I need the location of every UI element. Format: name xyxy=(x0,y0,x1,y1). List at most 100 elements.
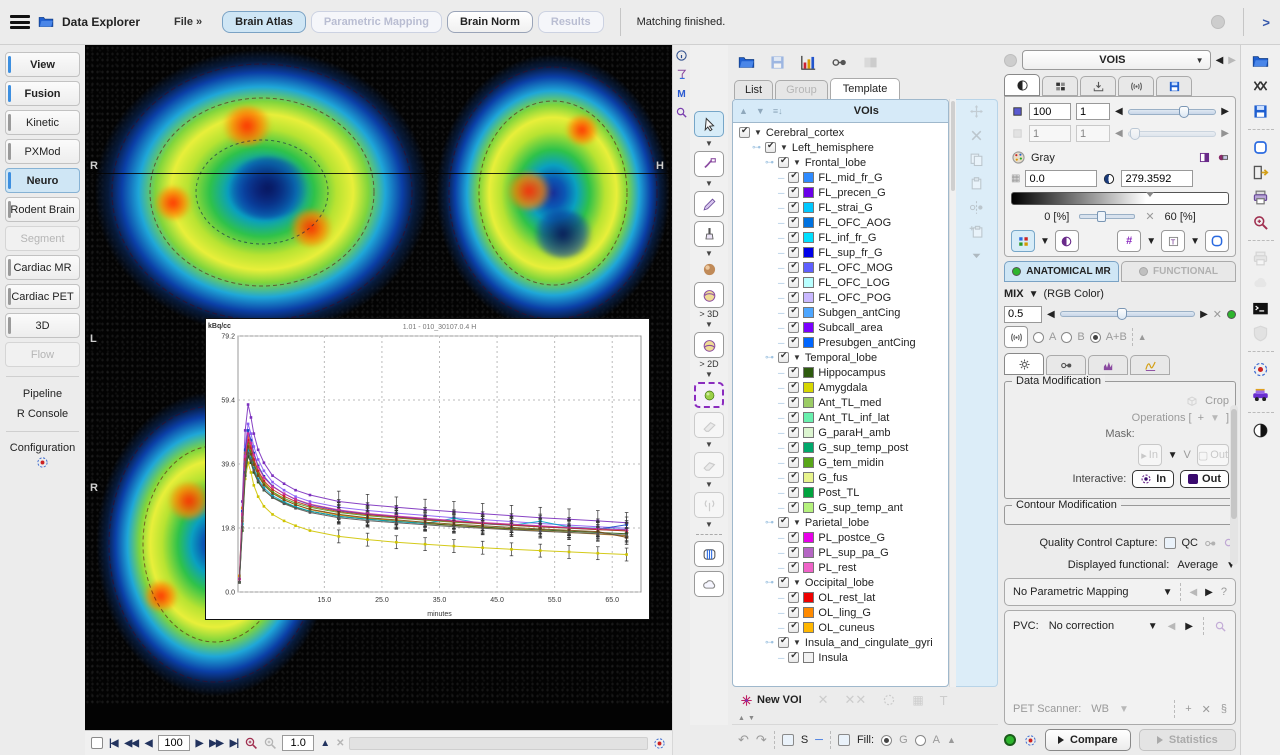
voi-checkbox[interactable] xyxy=(778,352,789,363)
frame-slider-track[interactable] xyxy=(349,737,648,750)
voi-checkbox[interactable] xyxy=(788,502,799,513)
mask-dropdown-icon[interactable]: ▼ xyxy=(1168,450,1178,461)
first-frame-button[interactable]: |◀ xyxy=(108,738,119,749)
tool-dropdown-icon[interactable]: ▼ xyxy=(705,140,713,148)
parametric-dropdown-icon[interactable]: ▼ xyxy=(1163,587,1173,598)
voi-row-fl-ofc-aog[interactable]: ─FL_OFC_AOG xyxy=(735,215,948,230)
tool-brush-button[interactable] xyxy=(694,221,724,247)
voi-tab-group[interactable]: Group xyxy=(775,80,828,99)
selector-prev-icon[interactable]: ◀ xyxy=(1216,55,1224,66)
voi-color-swatch[interactable] xyxy=(803,217,814,228)
blend-radio-a-b[interactable] xyxy=(1090,332,1101,343)
qc-checkbox[interactable] xyxy=(1164,537,1176,549)
mask-in-button[interactable]: ▸ In xyxy=(1138,444,1162,466)
voi-color-swatch[interactable] xyxy=(803,457,814,468)
voi-checkbox[interactable] xyxy=(788,562,799,573)
voi-tab-list[interactable]: List xyxy=(734,80,773,99)
voi-color-swatch[interactable] xyxy=(803,202,814,213)
tool-hand-wrench-button[interactable] xyxy=(694,151,724,177)
close-x-icon[interactable] xyxy=(969,128,984,143)
tool-eraser-3d-button[interactable] xyxy=(694,452,724,478)
redo-icon[interactable]: ↷ xyxy=(756,732,767,748)
operations-dropdown-icon[interactable]: ▼ xyxy=(1210,413,1220,424)
voi-row-insula[interactable]: ─Insula xyxy=(735,650,948,665)
fill-g-radio[interactable] xyxy=(881,735,892,746)
delete-voi-icon[interactable]: ✕ xyxy=(818,692,829,708)
operations-add-icon[interactable]: + xyxy=(1198,412,1204,424)
layer-b-slider[interactable] xyxy=(1128,131,1217,137)
parametric-next-icon[interactable]: ▶ xyxy=(1205,587,1213,598)
voi-color-swatch[interactable] xyxy=(803,262,814,273)
image-tab-functional[interactable]: FUNCTIONAL xyxy=(1121,261,1236,282)
sort-up-icon[interactable]: ▲ xyxy=(739,106,748,116)
fast-forward-button[interactable]: ▶▶ xyxy=(208,738,223,749)
sidebar-item-3d[interactable]: 3D xyxy=(5,313,80,338)
voi-checkbox[interactable] xyxy=(788,652,799,663)
blob-icon[interactable] xyxy=(1252,275,1269,292)
tool-dropdown-icon[interactable]: ▼ xyxy=(705,250,713,258)
scanner-link-icon[interactable]: § xyxy=(1221,703,1227,715)
voi-row-subcall-area[interactable]: ─Subcall_area xyxy=(735,320,948,335)
panel-resize-handle[interactable]: ▲▼ xyxy=(732,713,998,725)
expander-icon[interactable]: ▼ xyxy=(793,353,801,362)
layer-b-right-icon[interactable]: ▶ xyxy=(1221,128,1229,139)
undo-icon[interactable]: ↶ xyxy=(738,732,749,748)
topbar-tab-parametric-mapping[interactable]: Parametric Mapping xyxy=(311,11,442,33)
contrast-icon[interactable] xyxy=(1252,422,1269,439)
voi-checkbox[interactable] xyxy=(788,532,799,543)
pvc-next-icon[interactable]: ▶ xyxy=(1185,621,1193,632)
voi-row-ol-rest-lat[interactable]: ─OL_rest_lat xyxy=(735,590,948,605)
mask-out-button[interactable]: ▢ Out xyxy=(1197,444,1229,466)
voi-color-swatch[interactable] xyxy=(803,337,814,348)
blend-collapse-icon[interactable]: ▲ xyxy=(1138,332,1147,342)
tool-tab-gear[interactable] xyxy=(1004,353,1044,375)
move-voi-icon[interactable] xyxy=(969,104,984,119)
mix-right-icon[interactable]: ▶ xyxy=(1200,309,1208,320)
voi-row-subgen-antcing[interactable]: ─Subgen_antCing xyxy=(735,305,948,320)
pet-scanner-value[interactable]: WB xyxy=(1091,703,1109,715)
selector-next-icon[interactable]: ▶ xyxy=(1228,55,1236,66)
voi-checkbox[interactable] xyxy=(788,457,799,468)
voi-row-amygdala[interactable]: ─Amygdala xyxy=(735,380,948,395)
blend-radio-b[interactable] xyxy=(1061,332,1072,343)
previous-frame-button[interactable]: ◀ xyxy=(144,738,153,749)
pvc-prev-icon[interactable]: ◀ xyxy=(1168,621,1176,632)
sidebar-item-segment[interactable]: Segment xyxy=(5,226,80,251)
layer-a-left-icon[interactable]: ◀ xyxy=(1115,106,1123,117)
auto-window-icon[interactable] xyxy=(1102,172,1116,186)
open-folder-icon[interactable] xyxy=(738,54,755,71)
voi-row-g-sup-temp-ant[interactable]: ─G_sup_temp_ant xyxy=(735,500,948,515)
voi-checkbox[interactable] xyxy=(778,517,789,528)
voi-text-icon[interactable]: T xyxy=(940,693,948,708)
voi-row-g-tem-midin[interactable]: ─G_tem_midin xyxy=(735,455,948,470)
tool-dropdown-icon[interactable]: ▼ xyxy=(705,321,713,329)
mix-slider[interactable] xyxy=(1060,311,1195,317)
display-mode-button[interactable] xyxy=(1055,230,1079,252)
expander-icon[interactable]: ▼ xyxy=(793,638,801,647)
voi-color-swatch[interactable] xyxy=(803,487,814,498)
link-icon[interactable] xyxy=(831,54,848,71)
group-assign-icon[interactable] xyxy=(862,54,879,71)
configuration-icon[interactable] xyxy=(36,456,49,469)
voi-row-frontal-lobe[interactable]: ⊶▼Frontal_lobe xyxy=(735,155,948,170)
sidebar-item-cardiac-mr[interactable]: Cardiac MR xyxy=(5,255,80,280)
sidebar-item-pxmod[interactable]: PXMod xyxy=(5,139,80,164)
m-label-icon[interactable]: M xyxy=(675,87,688,100)
voi-row-fl-precen-g[interactable]: ─FL_precen_G xyxy=(735,185,948,200)
expander-icon[interactable]: ▼ xyxy=(754,128,762,137)
voi-checkbox[interactable] xyxy=(778,577,789,588)
voi-color-swatch[interactable] xyxy=(803,277,814,288)
interactive-in-button[interactable]: In xyxy=(1132,470,1174,488)
rotate-colormap-icon[interactable] xyxy=(1216,151,1229,164)
sort-down-icon[interactable]: ▼ xyxy=(756,106,765,116)
last-frame-button[interactable]: ▶| xyxy=(229,738,240,749)
info-circle-icon[interactable] xyxy=(675,49,688,62)
voi-checkbox[interactable] xyxy=(788,202,799,213)
expander-icon[interactable]: ▼ xyxy=(793,518,801,527)
data-explorer-icon[interactable] xyxy=(38,14,54,30)
voi-color-swatch[interactable] xyxy=(803,292,814,303)
layer-b-left-icon[interactable]: ◀ xyxy=(1115,128,1123,139)
voi-color-swatch[interactable] xyxy=(803,547,814,558)
voi-row-fl-ofc-pog[interactable]: ─FL_OFC_POG xyxy=(735,290,948,305)
interactive-out-button[interactable]: Out xyxy=(1180,470,1229,488)
